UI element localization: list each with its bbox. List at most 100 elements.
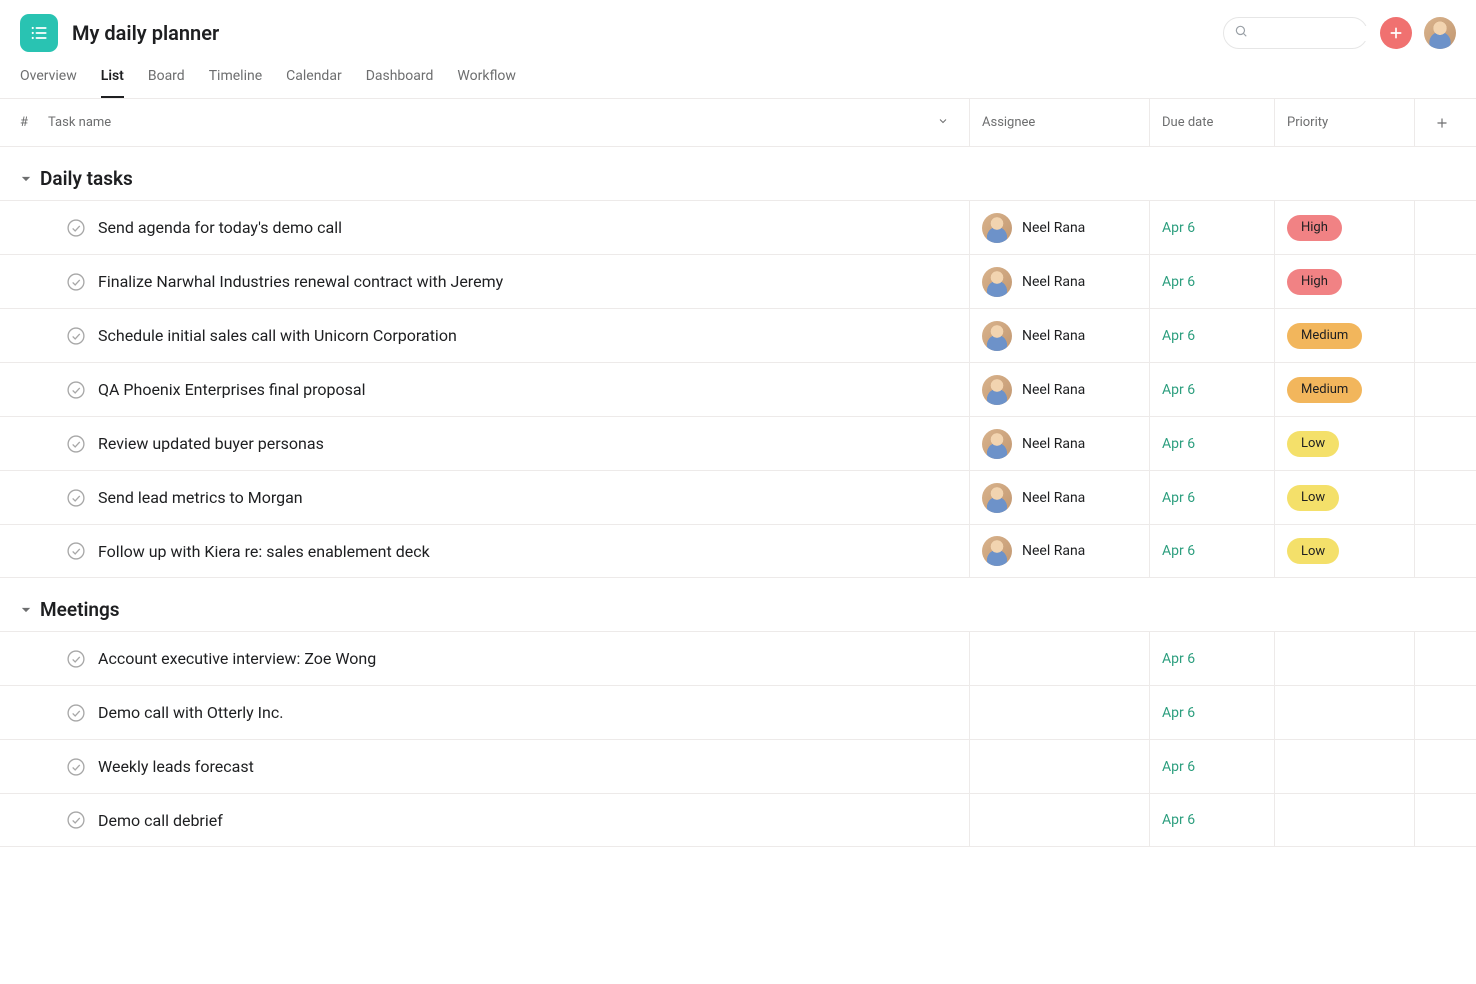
assignee-name: Neel Rana [1022,328,1085,344]
task-row[interactable]: Account executive interview: Zoe Wong Apr… [0,631,1476,685]
task-name: Demo call with Otterly Inc. [98,703,283,722]
task-name-cell[interactable]: Send agenda for today's demo call [48,218,969,238]
task-name: Send agenda for today's demo call [98,218,342,237]
complete-check-icon[interactable] [66,326,86,346]
task-row[interactable]: Send lead metrics to Morgan Neel Rana Apr … [0,470,1476,524]
due-date-cell[interactable]: Apr 6 [1149,201,1274,254]
task-name-cell[interactable]: Demo call with Otterly Inc. [48,703,969,723]
due-date-cell[interactable]: Apr 6 [1149,471,1274,524]
complete-check-icon[interactable] [66,380,86,400]
task-row[interactable]: Weekly leads forecast Apr 6 [0,739,1476,793]
priority-cell[interactable]: Low [1274,525,1414,577]
task-name-cell[interactable]: Demo call debrief [48,810,969,830]
assignee-cell[interactable]: Neel Rana [969,363,1149,416]
task-row[interactable]: Review updated buyer personasNeel RanaAp… [0,416,1476,470]
task-name-cell[interactable]: QA Phoenix Enterprises final proposal [48,380,969,400]
complete-check-icon[interactable] [66,649,86,669]
due-date-cell[interactable]: Apr 6 [1149,309,1274,362]
task-row[interactable]: QA Phoenix Enterprises final proposal Nee… [0,362,1476,416]
priority-cell[interactable]: High [1274,201,1414,254]
priority-cell[interactable] [1274,632,1414,685]
priority-cell[interactable] [1274,686,1414,739]
column-assignee[interactable]: Assignee [969,99,1149,146]
tab-board[interactable]: Board [148,68,185,98]
section-title[interactable]: Meetings [40,598,120,621]
due-date-cell[interactable]: Apr 6 [1149,794,1274,846]
complete-check-icon[interactable] [66,541,86,561]
assignee-cell[interactable]: Neel Rana [969,525,1149,577]
assignee-cell[interactable] [969,740,1149,793]
column-task-name[interactable]: Task name [48,115,111,130]
add-column-button[interactable] [1414,99,1456,146]
priority-cell[interactable]: Low [1274,471,1414,524]
assignee-cell[interactable]: Neel Rana [969,471,1149,524]
task-row[interactable]: Follow up with Kiera re: sales enablemen… [0,524,1476,578]
tab-timeline[interactable]: Timeline [209,68,262,98]
task-row[interactable]: Demo call debrief Apr 6 [0,793,1476,847]
assignee-avatar [982,213,1012,243]
assignee-cell[interactable] [969,686,1149,739]
priority-badge: Medium [1287,377,1362,403]
priority-cell[interactable]: Medium [1274,363,1414,416]
chevron-down-icon[interactable] [937,115,949,131]
task-name-cell[interactable]: Weekly leads forecast [48,757,969,777]
complete-check-icon[interactable] [66,272,86,292]
tab-workflow[interactable]: Workflow [457,68,516,98]
collapse-icon[interactable] [20,604,32,616]
complete-check-icon[interactable] [66,434,86,454]
task-name: QA Phoenix Enterprises final proposal [98,380,366,399]
assignee-cell[interactable]: Neel Rana [969,417,1149,470]
task-row[interactable]: Demo call with Otterly Inc. Apr 6 [0,685,1476,739]
priority-badge: Low [1287,485,1339,511]
priority-cell[interactable] [1274,740,1414,793]
complete-check-icon[interactable] [66,488,86,508]
assignee-cell[interactable]: Neel Rana [969,309,1149,362]
assignee-cell[interactable]: Neel Rana [969,201,1149,254]
due-date-cell[interactable]: Apr 6 [1149,417,1274,470]
task-row[interactable]: Finalize Narwhal Industries renewal cont… [0,254,1476,308]
column-due-date[interactable]: Due date [1149,99,1274,146]
priority-cell[interactable]: Medium [1274,309,1414,362]
priority-cell[interactable]: Low [1274,417,1414,470]
column-priority[interactable]: Priority [1274,99,1414,146]
complete-check-icon[interactable] [66,218,86,238]
assignee-cell[interactable]: Neel Rana [969,255,1149,308]
tab-list[interactable]: List [101,68,124,98]
tab-overview[interactable]: Overview [20,68,77,98]
complete-check-icon[interactable] [66,703,86,723]
add-button[interactable] [1380,17,1412,49]
task-name-cell[interactable]: Finalize Narwhal Industries renewal cont… [48,272,969,292]
section-title[interactable]: Daily tasks [40,167,133,190]
task-row[interactable]: Send agenda for today's demo call Neel Ra… [0,200,1476,254]
collapse-icon[interactable] [20,173,32,185]
complete-check-icon[interactable] [66,810,86,830]
task-name-cell[interactable]: Follow up with Kiera re: sales enablemen… [48,541,969,561]
priority-cell[interactable] [1274,794,1414,846]
assignee-cell[interactable] [969,632,1149,685]
app-header: My daily planner [0,0,1476,52]
task-row[interactable]: Schedule initial sales call with Unicorn… [0,308,1476,362]
due-date-cell[interactable]: Apr 6 [1149,686,1274,739]
assignee-name: Neel Rana [1022,490,1085,506]
project-title[interactable]: My daily planner [72,21,1209,45]
search-box[interactable] [1223,17,1368,49]
assignee-avatar [982,429,1012,459]
task-name-cell[interactable]: Account executive interview: Zoe Wong [48,649,969,669]
section-header: Daily tasks [0,147,1476,200]
tab-calendar[interactable]: Calendar [286,68,342,98]
priority-cell[interactable]: High [1274,255,1414,308]
assignee-cell[interactable] [969,794,1149,846]
task-name-cell[interactable]: Review updated buyer personas [48,434,969,454]
assignee-avatar [982,321,1012,351]
due-date-cell[interactable]: Apr 6 [1149,740,1274,793]
due-date-cell[interactable]: Apr 6 [1149,632,1274,685]
tab-dashboard[interactable]: Dashboard [366,68,434,98]
due-date-cell[interactable]: Apr 6 [1149,255,1274,308]
column-number[interactable]: # [20,115,48,130]
due-date-cell[interactable]: Apr 6 [1149,363,1274,416]
due-date-cell[interactable]: Apr 6 [1149,525,1274,577]
task-name-cell[interactable]: Schedule initial sales call with Unicorn… [48,326,969,346]
user-avatar[interactable] [1424,17,1456,49]
complete-check-icon[interactable] [66,757,86,777]
task-name-cell[interactable]: Send lead metrics to Morgan [48,488,969,508]
